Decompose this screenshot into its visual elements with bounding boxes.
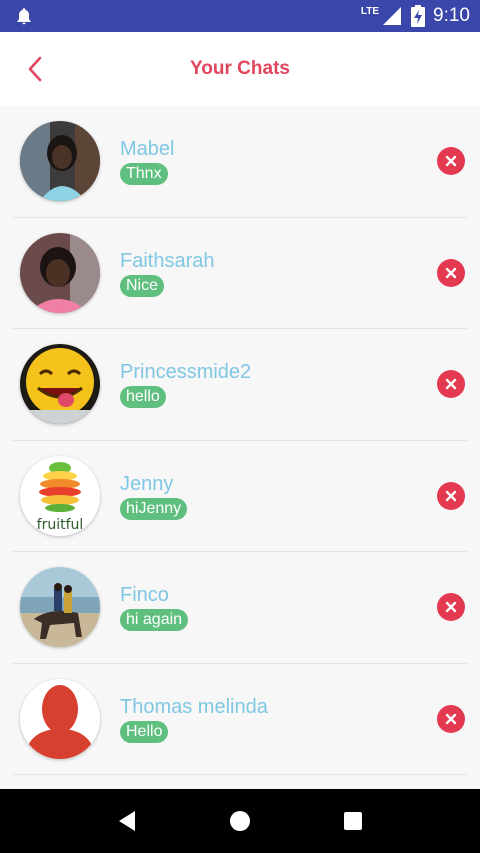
chat-row[interactable]: Princessmide2 hello (13, 329, 467, 441)
avatar (20, 344, 100, 425)
chat-info: Faithsarah Nice (120, 249, 215, 297)
signal-icon (383, 7, 402, 25)
app-header: Your Chats (0, 32, 480, 106)
delete-chat-button[interactable] (437, 370, 465, 399)
chat-row[interactable]: Finco hi again (13, 552, 467, 664)
chat-info: Finco hi again (120, 583, 189, 632)
nav-back-button[interactable] (107, 801, 147, 841)
chat-info: Thomas melinda Hello (120, 695, 268, 743)
last-message-badge: Hello (120, 720, 169, 743)
nav-home-button[interactable] (220, 801, 260, 841)
last-message-badge: hello (120, 386, 166, 409)
contact-name: Thomas melinda (120, 695, 268, 718)
avatar (20, 232, 100, 313)
delete-chat-button[interactable] (437, 258, 465, 287)
chat-row[interactable]: Thomas melinda Hello (13, 664, 467, 775)
network-type: LTE (360, 5, 380, 17)
avatar-photo (20, 567, 100, 648)
page-title: Your Chats (190, 58, 290, 79)
chat-info: Mabel Thnx (120, 137, 175, 186)
chevron-left-icon (28, 56, 42, 82)
last-message-badge: Nice (120, 274, 165, 297)
contact-name: Mabel (120, 138, 175, 161)
avatar: fruitful (20, 455, 100, 536)
clock: 9:10 (433, 5, 470, 26)
back-triangle-icon (118, 811, 135, 831)
avatar (20, 678, 100, 759)
contact-name: Finco (120, 584, 169, 607)
chat-info: Princessmide2 hello (120, 360, 252, 409)
avatar-logo-text: fruitful (37, 517, 84, 533)
contact-name: Princessmide2 (120, 361, 252, 384)
chat-row[interactable]: Mabel Thnx (13, 106, 467, 218)
delete-chat-button[interactable] (437, 704, 465, 733)
chat-info: Jenny hiJenny (120, 472, 188, 520)
home-circle-icon (229, 811, 250, 831)
avatar-photo (20, 232, 100, 313)
avatar-photo (20, 344, 100, 425)
avatar-photo: fruitful (20, 455, 100, 536)
chat-list[interactable]: Mabel Thnx Faithsarah Nice Princessmide2… (0, 106, 480, 789)
last-message-badge: hi again (120, 609, 189, 632)
delete-chat-button[interactable] (437, 593, 465, 622)
notification-bell-icon (17, 8, 31, 25)
close-icon (445, 490, 457, 501)
close-icon (445, 267, 457, 278)
status-bar: LTE 9:10 (0, 0, 480, 32)
close-icon (445, 713, 457, 724)
battery-charging-icon (411, 5, 426, 27)
last-message-badge: hiJenny (120, 497, 188, 520)
contact-name: Jenny (120, 472, 174, 495)
default-avatar-icon (20, 678, 100, 759)
close-icon (445, 602, 457, 613)
close-icon (445, 379, 457, 390)
system-nav-bar (0, 789, 480, 853)
close-icon (445, 156, 457, 167)
contact-name: Faithsarah (120, 249, 215, 272)
nav-recents-button[interactable] (333, 801, 373, 841)
delete-chat-button[interactable] (437, 481, 465, 510)
avatar (20, 121, 100, 202)
last-message-badge: Thnx (120, 163, 168, 186)
recents-square-icon (344, 812, 363, 830)
back-button[interactable] (20, 54, 50, 84)
chat-row[interactable]: fruitful Jenny hiJenny (13, 441, 467, 552)
delete-chat-button[interactable] (437, 147, 465, 176)
avatar-photo (20, 121, 100, 202)
avatar (20, 567, 100, 648)
chat-row[interactable]: Faithsarah Nice (13, 218, 467, 329)
